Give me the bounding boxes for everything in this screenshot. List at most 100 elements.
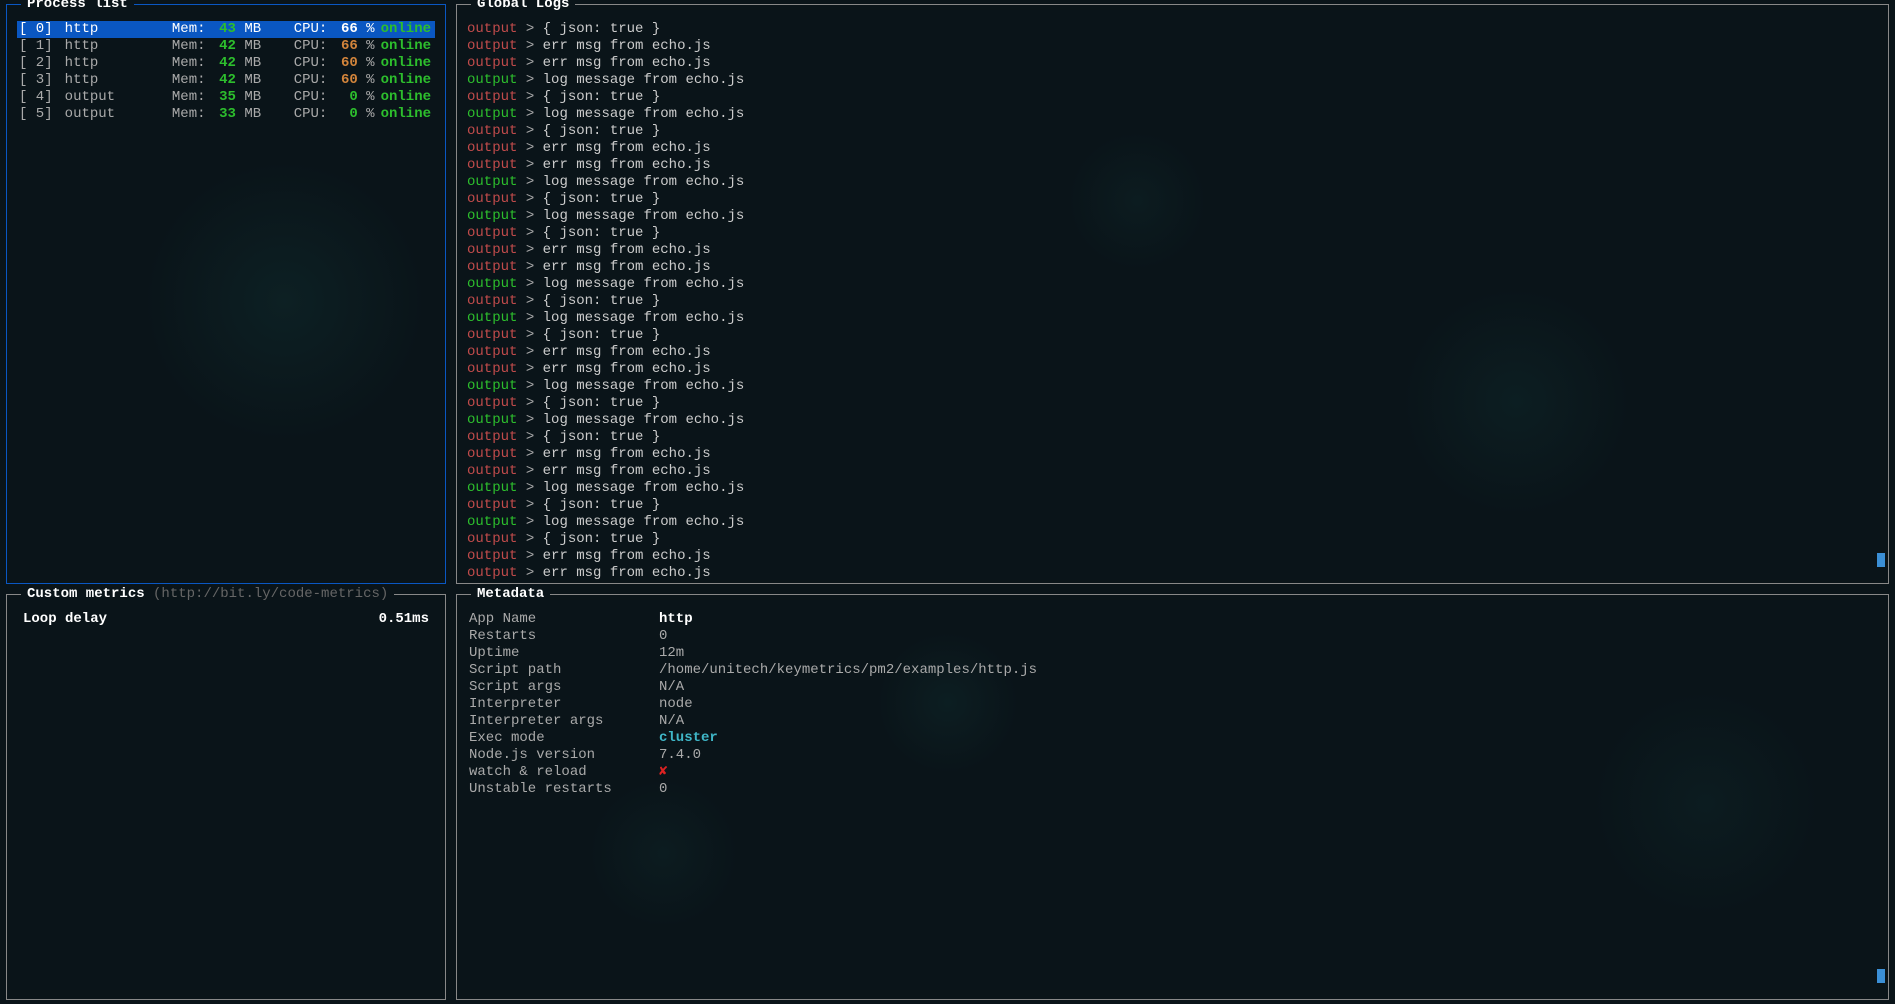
log-line: output > { json: true } — [467, 225, 1878, 242]
log-line: output > { json: true } — [467, 395, 1878, 412]
log-line: output > err msg from echo.js — [467, 140, 1878, 157]
cpu-value: 0 — [327, 106, 357, 123]
log-line: output > log message from echo.js — [467, 276, 1878, 293]
process-name: http — [65, 55, 160, 72]
cpu-label: CPU: — [266, 106, 327, 123]
log-source: output — [467, 174, 517, 190]
metadata-row: Unstable restarts0 — [467, 781, 1878, 798]
log-source: output — [467, 344, 517, 360]
log-source: output — [467, 565, 517, 581]
log-line: output > { json: true } — [467, 191, 1878, 208]
log-separator: > — [517, 565, 542, 581]
log-source: output — [467, 55, 517, 71]
process-row[interactable]: [ 5]outputMem:33 MBCPU:0 %online — [17, 106, 435, 123]
mem-label: Mem: — [160, 89, 206, 106]
metadata-label: Script path — [469, 662, 659, 679]
metadata-label: Unstable restarts — [469, 781, 659, 798]
metadata-panel[interactable]: Metadata App NamehttpRestarts0Uptime12mS… — [456, 594, 1889, 1000]
metadata-label: Interpreter args — [469, 713, 659, 730]
process-row[interactable]: [ 4]outputMem:35 MBCPU:0 %online — [17, 89, 435, 106]
mem-unit: MB — [236, 72, 266, 89]
process-list-panel[interactable]: Process list [ 0]httpMem:43 MBCPU:66 %on… — [6, 4, 446, 584]
log-separator: > — [517, 531, 542, 547]
log-source: output — [467, 361, 517, 377]
log-message: { json: true } — [543, 395, 661, 411]
log-message: { json: true } — [543, 191, 661, 207]
log-separator: > — [517, 72, 542, 88]
log-source: output — [467, 480, 517, 496]
log-source: output — [467, 276, 517, 292]
mem-label: Mem: — [160, 21, 206, 38]
log-separator: > — [517, 497, 542, 513]
metadata-value: N/A — [659, 713, 684, 730]
log-message: err msg from echo.js — [543, 242, 711, 258]
mem-value: 42 — [206, 55, 236, 72]
log-source: output — [467, 72, 517, 88]
custom-metrics-title: Custom metrics (http://bit.ly/code-metri… — [21, 586, 394, 602]
log-source: output — [467, 463, 517, 479]
cpu-unit: % — [358, 55, 381, 72]
log-line: output > { json: true } — [467, 21, 1878, 38]
log-separator: > — [517, 242, 542, 258]
log-separator: > — [517, 378, 542, 394]
metadata-label: Interpreter — [469, 696, 659, 713]
log-separator: > — [517, 548, 542, 564]
metadata-row: Script argsN/A — [467, 679, 1878, 696]
process-status: online — [381, 72, 433, 89]
log-message: log message from echo.js — [543, 72, 745, 88]
metadata-row: watch & reload✘ — [467, 764, 1878, 781]
log-separator: > — [517, 463, 542, 479]
log-separator: > — [517, 327, 542, 343]
metadata-row: Interpreternode — [467, 696, 1878, 713]
log-line: output > log message from echo.js — [467, 106, 1878, 123]
log-message: { json: true } — [543, 429, 661, 445]
log-separator: > — [517, 89, 542, 105]
mem-unit: MB — [236, 106, 266, 123]
process-row[interactable]: [ 1]httpMem:42 MBCPU:66 %online — [17, 38, 435, 55]
log-line: output > log message from echo.js — [467, 480, 1878, 497]
log-message: err msg from echo.js — [543, 140, 711, 156]
custom-metrics-panel[interactable]: Custom metrics (http://bit.ly/code-metri… — [6, 594, 446, 1000]
process-row[interactable]: [ 3]httpMem:42 MBCPU:60 %online — [17, 72, 435, 89]
metadata-scrollbar[interactable] — [1877, 969, 1885, 983]
log-message: log message from echo.js — [543, 514, 745, 530]
mem-label: Mem: — [160, 55, 206, 72]
process-row[interactable]: [ 0]httpMem:43 MBCPU:66 %online — [17, 21, 435, 38]
log-message: log message from echo.js — [543, 480, 745, 496]
logs-scrollbar[interactable] — [1877, 553, 1885, 567]
log-message: log message from echo.js — [543, 412, 745, 428]
metadata-row: Script path/home/unitech/keymetrics/pm2/… — [467, 662, 1878, 679]
metadata-row: Uptime12m — [467, 645, 1878, 662]
log-message: { json: true } — [543, 531, 661, 547]
log-source: output — [467, 123, 517, 139]
process-row[interactable]: [ 2]httpMem:42 MBCPU:60 %online — [17, 55, 435, 72]
log-message: { json: true } — [543, 497, 661, 513]
cpu-value: 60 — [327, 72, 357, 89]
mem-label: Mem: — [160, 38, 206, 55]
metadata-value: 0 — [659, 781, 667, 798]
process-status: online — [381, 55, 433, 72]
process-list-title: Process list — [21, 0, 134, 12]
log-source: output — [467, 412, 517, 428]
log-source: output — [467, 259, 517, 275]
process-name: output — [65, 89, 160, 106]
log-line: output > err msg from echo.js — [467, 259, 1878, 276]
log-separator: > — [517, 276, 542, 292]
log-separator: > — [517, 344, 542, 360]
global-logs-panel[interactable]: Global Logs output > { json: true }outpu… — [456, 4, 1889, 584]
log-source: output — [467, 446, 517, 462]
log-source: output — [467, 429, 517, 445]
metadata-label: Restarts — [469, 628, 659, 645]
log-line: output > { json: true } — [467, 429, 1878, 446]
cpu-unit: % — [358, 89, 381, 106]
process-id: [ 3] — [19, 72, 65, 89]
process-id: [ 1] — [19, 38, 65, 55]
log-message: { json: true } — [543, 21, 661, 37]
metadata-value: 12m — [659, 645, 684, 662]
log-source: output — [467, 310, 517, 326]
log-message: err msg from echo.js — [543, 361, 711, 377]
log-line: output > log message from echo.js — [467, 174, 1878, 191]
metric-label: Loop delay — [23, 611, 107, 627]
log-line: output > { json: true } — [467, 293, 1878, 310]
mem-value: 42 — [206, 38, 236, 55]
